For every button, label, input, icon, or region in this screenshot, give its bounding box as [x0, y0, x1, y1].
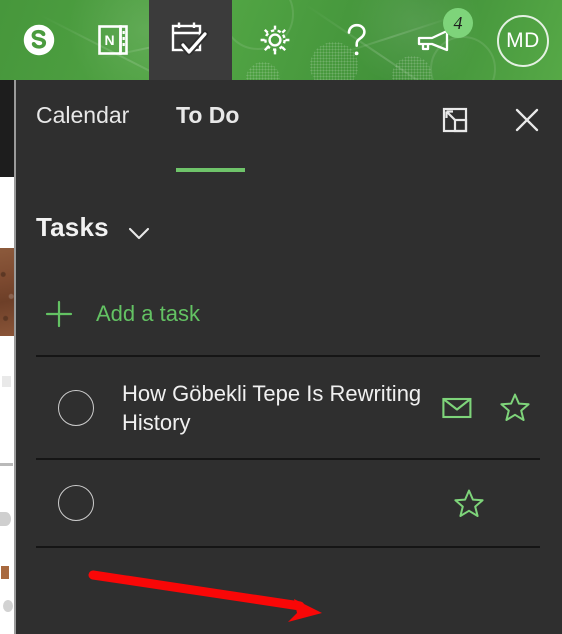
task-title[interactable]: How Göbekli Tepe Is Rewriting History: [122, 379, 440, 437]
chevron-down-icon[interactable]: [127, 224, 151, 244]
star-icon[interactable]: [452, 486, 486, 520]
close-icon[interactable]: [507, 100, 547, 140]
tab-calendar[interactable]: Calendar: [36, 102, 129, 129]
appbar-tile-skype[interactable]: [0, 0, 77, 80]
background-fleck: [0, 463, 13, 466]
task-row[interactable]: How Göbekli Tepe Is Rewriting History: [36, 357, 542, 458]
top-app-bar: N 4 MD: [0, 0, 562, 80]
tab-active-indicator: [176, 168, 245, 172]
add-task-label: Add a task: [96, 301, 200, 326]
appbar-tile-onenote[interactable]: N: [77, 0, 149, 80]
background-fleck: [1, 566, 9, 579]
star-icon[interactable]: [498, 391, 532, 425]
task-actions: [440, 391, 532, 425]
background-fleck: [0, 512, 11, 526]
tab-todo[interactable]: To Do: [176, 102, 239, 129]
plus-icon: [36, 299, 82, 329]
task-row[interactable]: [36, 460, 542, 546]
task-actions: [452, 486, 486, 520]
mail-icon[interactable]: [440, 391, 474, 425]
add-task-button[interactable]: Add a task: [36, 288, 542, 340]
app-root: N 4 MD Calendar To Do Tasks Add a task H…: [0, 0, 562, 634]
svg-text:N: N: [104, 32, 114, 48]
appbar-tile-settings[interactable]: [232, 0, 317, 80]
page-title: Tasks: [36, 212, 109, 242]
flyout-header: Calendar To Do: [16, 80, 562, 180]
todo-flyout-panel: Calendar To Do Tasks Add a task How Göbe…: [16, 80, 562, 634]
popout-icon[interactable]: [435, 100, 475, 140]
appbar-tile-help[interactable]: [317, 0, 397, 80]
task-complete-checkbox[interactable]: [58, 485, 94, 521]
background-fleck: [3, 600, 13, 612]
task-complete-checkbox[interactable]: [58, 389, 94, 426]
avatar[interactable]: MD: [497, 15, 549, 67]
appbar-tile-tasks-calendar[interactable]: [149, 0, 232, 80]
notification-badge: 4: [443, 8, 473, 38]
list-divider: [36, 546, 540, 548]
background-fleck: [2, 376, 11, 387]
